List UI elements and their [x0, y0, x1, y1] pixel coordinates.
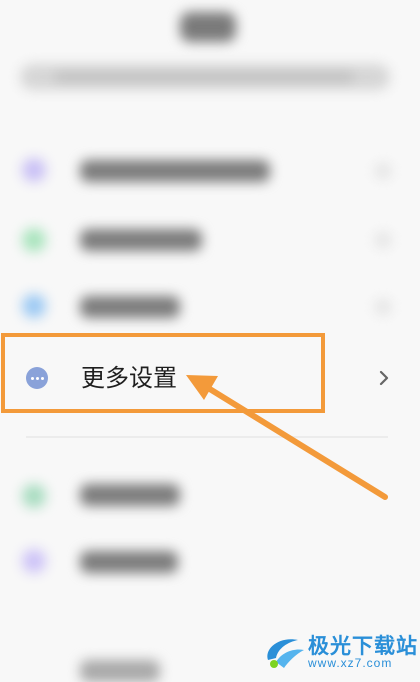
setting-icon-blurred	[22, 228, 46, 252]
watermark-url: www.xz7.com	[308, 656, 393, 670]
setting-label-blurred	[80, 229, 202, 251]
setting-label-blurred	[80, 484, 180, 506]
setting-icon-blurred	[22, 549, 46, 573]
setting-label-blurred	[80, 296, 180, 318]
chevron-icon-blurred	[376, 233, 390, 247]
setting-icon-blurred	[22, 294, 46, 318]
watermark-logo-icon	[267, 639, 304, 668]
chevron-right-icon	[379, 370, 389, 386]
watermark: 极光下载站 www.xz7.com	[260, 628, 420, 678]
search-text-blurred	[54, 72, 354, 82]
setting-icon-blurred	[22, 158, 46, 182]
section-divider	[26, 436, 388, 438]
chevron-icon-blurred	[376, 164, 390, 178]
annotation-highlight-box	[1, 333, 325, 413]
setting-label-blurred	[80, 660, 160, 682]
page-title-blurred	[180, 12, 236, 42]
setting-label-blurred	[80, 160, 270, 182]
chevron-icon-blurred	[376, 300, 390, 314]
setting-label-blurred	[80, 551, 178, 573]
setting-icon-blurred	[22, 484, 46, 508]
